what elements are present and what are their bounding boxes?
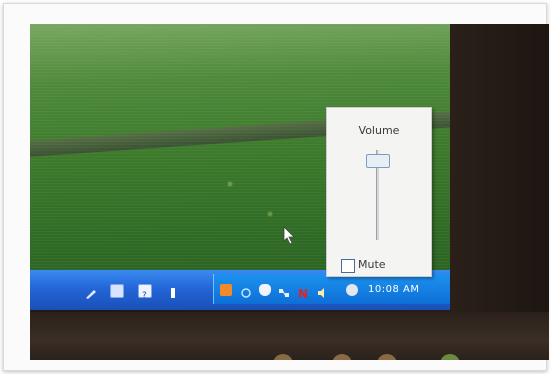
desktop-screen: ? N 10:08 AM Volume Mute bbox=[30, 24, 450, 310]
svg-text:?: ? bbox=[142, 291, 147, 300]
mute-label: Mute bbox=[358, 258, 386, 271]
refresh-icon[interactable] bbox=[240, 284, 252, 298]
taskbar-clock[interactable]: 10:08 AM bbox=[368, 284, 419, 295]
volume-popup: Volume Mute bbox=[326, 107, 432, 277]
help-icon[interactable]: ? bbox=[138, 284, 152, 301]
shield-icon[interactable] bbox=[259, 284, 271, 296]
monitor-bezel-right bbox=[450, 24, 549, 314]
pen-icon[interactable] bbox=[85, 284, 97, 299]
svg-text:N: N bbox=[298, 287, 308, 299]
network-icon[interactable] bbox=[278, 284, 290, 297]
display-icon[interactable] bbox=[110, 284, 124, 298]
orange-app-icon[interactable] bbox=[220, 284, 232, 296]
usb-icon[interactable] bbox=[167, 284, 179, 298]
monitor: ? N 10:08 AM Volume Mute bbox=[30, 24, 549, 360]
printer-icon[interactable] bbox=[346, 284, 358, 296]
volume-slider-thumb[interactable] bbox=[366, 154, 390, 168]
norton-icon[interactable]: N bbox=[298, 284, 310, 301]
monitor-bezel-bottom bbox=[30, 312, 549, 360]
speaker-icon[interactable] bbox=[317, 284, 329, 298]
mute-checkbox[interactable] bbox=[341, 259, 355, 273]
volume-title: Volume bbox=[358, 124, 400, 137]
